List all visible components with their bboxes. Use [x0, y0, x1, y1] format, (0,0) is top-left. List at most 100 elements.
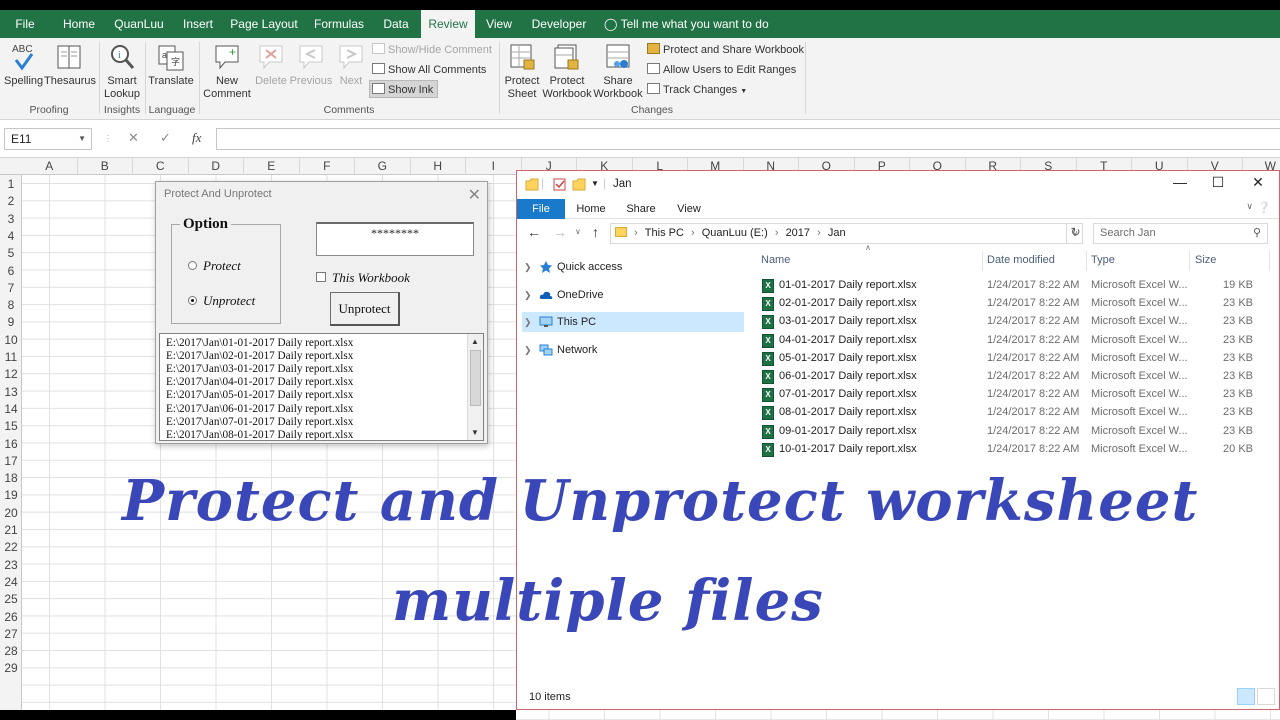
column-divider[interactable] — [1086, 251, 1087, 271]
track-changes-button[interactable]: Track Changes ▼ — [647, 81, 747, 99]
chevron-right-icon[interactable]: ❯ — [524, 312, 532, 332]
column-divider[interactable] — [982, 251, 983, 271]
row-header[interactable]: 17 — [0, 453, 22, 470]
row-header[interactable]: 19 — [0, 487, 22, 504]
new-comment-button[interactable]: + New Comment — [202, 42, 252, 101]
tab-page-layout[interactable]: Page Layout — [226, 10, 302, 38]
file-path-item[interactable]: E:\2017\Jan\01-01-2017 Daily report.xlsx — [166, 337, 353, 350]
row-header[interactable]: 24 — [0, 574, 22, 591]
new-folder-icon[interactable] — [572, 178, 586, 191]
close-icon[interactable]: ✕ — [1243, 174, 1273, 191]
file-row[interactable]: X 07-01-2017 Daily report.xlsx 1/24/2017 8… — [757, 386, 1272, 404]
show-all-comments-button[interactable]: Show All Comments — [372, 61, 486, 79]
help-icon[interactable]: ❔ — [1257, 201, 1271, 214]
row-header[interactable]: 6 — [0, 263, 22, 280]
delete-comment-button[interactable]: Delete — [254, 42, 288, 88]
column-header[interactable]: I — [466, 158, 522, 175]
cancel-icon[interactable]: ✕ — [128, 130, 139, 146]
protect-and-share-button[interactable]: Protect and Share Workbook — [647, 41, 804, 59]
chevron-right-icon[interactable]: ❯ — [524, 285, 532, 305]
file-row[interactable]: X 06-01-2017 Daily report.xlsx 1/24/2017 8… — [757, 368, 1272, 386]
forward-arrow-icon[interactable]: → — [553, 224, 567, 240]
explorer-tab-home[interactable]: Home — [569, 199, 613, 219]
row-header[interactable]: 28 — [0, 643, 22, 660]
search-input[interactable]: Search Jan ⚲ — [1093, 223, 1268, 244]
share-workbook-button[interactable]: Share Workbook — [593, 42, 643, 101]
protect-workbook-button[interactable]: Protect Workbook — [542, 42, 592, 101]
breadcrumb-this-pc[interactable]: This PC — [645, 227, 684, 239]
file-path-item[interactable]: E:\2017\Jan\05-01-2017 Daily report.xlsx — [166, 389, 353, 402]
file-path-item[interactable]: E:\2017\Jan\06-01-2017 Daily report.xlsx — [166, 403, 353, 416]
customize-toolbar-icon[interactable]: ▼ — [591, 179, 599, 188]
spelling-button[interactable]: ABC Spelling — [4, 42, 43, 88]
explorer-tab-view[interactable]: View — [669, 199, 709, 219]
chevron-right-icon[interactable]: ❯ — [524, 340, 532, 360]
row-header[interactable]: 4 — [0, 228, 22, 245]
tab-developer[interactable]: Developer — [526, 10, 592, 38]
close-icon[interactable]: ✕ — [468, 185, 481, 205]
row-header[interactable]: 20 — [0, 505, 22, 522]
tab-quanluu[interactable]: QuanLuu — [108, 10, 170, 38]
show-ink-button[interactable]: Show Ink — [369, 80, 439, 98]
row-header[interactable]: 26 — [0, 609, 22, 626]
listbox-scrollbar[interactable]: ▲ ▼ — [467, 334, 483, 440]
unprotect-radio[interactable]: Unprotect — [188, 293, 255, 309]
breadcrumb-drive[interactable]: QuanLuu (E:) — [702, 227, 768, 239]
insert-function-icon[interactable]: fx — [192, 130, 201, 146]
name-box[interactable]: E11 ▼ — [4, 128, 92, 150]
formula-input[interactable] — [216, 128, 1280, 150]
breadcrumb-jan[interactable]: Jan — [828, 227, 846, 239]
row-header[interactable]: 7 — [0, 280, 22, 297]
column-divider[interactable] — [1269, 251, 1270, 271]
row-header[interactable]: 2 — [0, 193, 22, 210]
next-comment-button[interactable]: Next — [334, 42, 368, 88]
expand-ribbon-icon[interactable]: ∨ — [1246, 201, 1253, 212]
file-row[interactable]: X 08-01-2017 Daily report.xlsx 1/24/2017 8… — [757, 404, 1272, 422]
row-header[interactable]: 10 — [0, 332, 22, 349]
this-workbook-checkbox[interactable]: This Workbook — [316, 270, 410, 286]
tab-review[interactable]: Review — [421, 10, 475, 38]
row-header[interactable]: 23 — [0, 557, 22, 574]
row-header[interactable]: 16 — [0, 436, 22, 453]
address-box[interactable]: › This PC › QuanLuu (E:) › 2017 › Jan ∨ — [610, 223, 1083, 244]
column-divider[interactable] — [1189, 251, 1190, 271]
file-row[interactable]: X 05-01-2017 Daily report.xlsx 1/24/2017 8… — [757, 350, 1272, 368]
row-header[interactable]: 14 — [0, 401, 22, 418]
file-row[interactable]: X 04-01-2017 Daily report.xlsx 1/24/2017 8… — [757, 332, 1272, 350]
column-header[interactable]: F — [300, 158, 355, 175]
column-header-size[interactable]: Size — [1195, 253, 1216, 273]
allow-users-button[interactable]: Allow Users to Edit Ranges — [647, 61, 796, 79]
tab-formulas[interactable]: Formulas — [308, 10, 370, 38]
up-arrow-icon[interactable]: ↑ — [592, 224, 599, 240]
tab-home[interactable]: Home — [56, 10, 102, 38]
properties-icon[interactable] — [553, 178, 567, 191]
previous-comment-button[interactable]: Previous — [289, 42, 333, 88]
smart-lookup-button[interactable]: i Smart Lookup — [102, 42, 142, 101]
chevron-right-icon[interactable]: ❯ — [524, 257, 532, 277]
large-icons-view-icon[interactable] — [1257, 688, 1275, 705]
file-path-item[interactable]: E:\2017\Jan\04-01-2017 Daily report.xlsx — [166, 376, 353, 389]
row-header[interactable]: 11 — [0, 349, 22, 366]
column-header[interactable]: E — [244, 158, 300, 175]
column-header[interactable]: C — [133, 158, 189, 175]
nav-item-onedrive[interactable]: ❯ OneDrive — [522, 285, 744, 305]
file-path-item[interactable]: E:\2017\Jan\02-01-2017 Daily report.xlsx — [166, 350, 353, 363]
scroll-up-icon[interactable]: ▲ — [471, 337, 479, 346]
tab-insert[interactable]: Insert — [176, 10, 220, 38]
column-header-type[interactable]: Type — [1091, 253, 1115, 273]
file-row[interactable]: X 10-01-2017 Daily report.xlsx 1/24/2017 8… — [757, 441, 1272, 459]
nav-item-this-pc[interactable]: ❯ This PC — [522, 312, 744, 332]
column-header[interactable]: A — [22, 158, 78, 175]
scroll-thumb[interactable] — [470, 350, 481, 406]
breadcrumb-2017[interactable]: 2017 — [786, 227, 810, 239]
translate-button[interactable]: a字 Translate — [148, 42, 194, 88]
row-header[interactable]: 1 — [0, 176, 22, 193]
row-header[interactable]: 29 — [0, 660, 22, 677]
file-row[interactable]: X 02-01-2017 Daily report.xlsx 1/24/2017 8… — [757, 295, 1272, 313]
scroll-down-icon[interactable]: ▼ — [471, 428, 479, 437]
enter-icon[interactable]: ✓ — [160, 130, 171, 146]
explorer-tab-file[interactable]: File — [517, 199, 565, 219]
file-path-item[interactable]: E:\2017\Jan\03-01-2017 Daily report.xlsx — [166, 363, 353, 376]
row-header[interactable]: 8 — [0, 297, 22, 314]
row-header[interactable]: 9 — [0, 314, 22, 331]
